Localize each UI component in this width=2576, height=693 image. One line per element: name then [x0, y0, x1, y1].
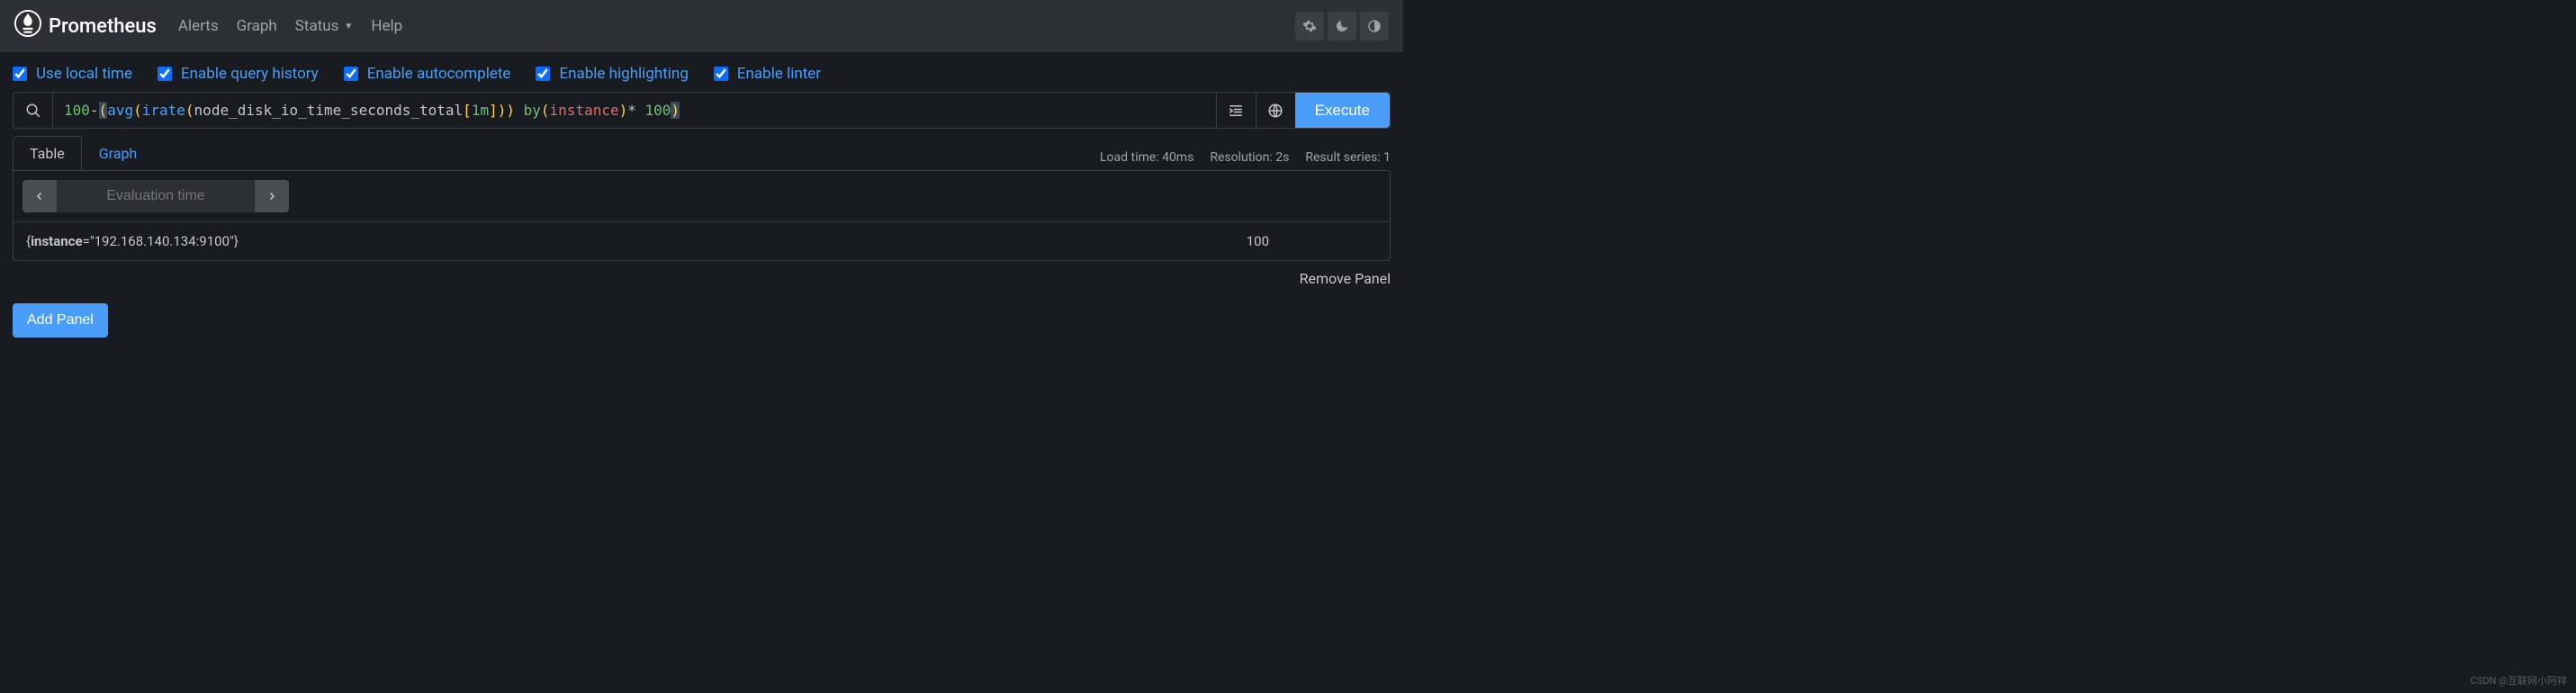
eval-time-next-button[interactable] — [255, 180, 289, 212]
theme-contrast-button[interactable] — [1360, 12, 1389, 40]
globe-icon — [1267, 103, 1283, 119]
label-enable-autocomplete: Enable autocomplete — [367, 65, 511, 83]
stat-load-time: Load time: 40ms — [1100, 150, 1193, 165]
view-tabs: Table Graph — [13, 136, 154, 170]
option-enable-autocomplete[interactable]: Enable autocomplete — [344, 65, 511, 83]
gear-icon — [1302, 19, 1317, 33]
brand-text: Prometheus — [49, 15, 157, 38]
evaluation-time-row — [14, 171, 1390, 222]
checkbox-use-local-time[interactable] — [13, 67, 27, 81]
format-query-button[interactable] — [1216, 93, 1256, 128]
theme-toggle-group — [1295, 12, 1389, 40]
stat-resolution: Resolution: 2s — [1210, 150, 1289, 165]
option-enable-query-history[interactable]: Enable query history — [158, 65, 319, 83]
theme-auto-button[interactable] — [1295, 12, 1324, 40]
theme-dark-button[interactable] — [1328, 12, 1356, 40]
watermark: CSDN @互联网小阿祥 — [2471, 673, 2567, 688]
remove-panel-link[interactable]: Remove Panel — [1300, 270, 1391, 287]
result-row: {instance="192.168.140.134:9100"} 100 — [14, 222, 1390, 260]
label-use-local-time: Use local time — [36, 65, 132, 83]
prometheus-logo-icon — [14, 10, 41, 42]
result-panel: {instance="192.168.140.134:9100"} 100 — [13, 170, 1391, 261]
label-enable-highlighting: Enable highlighting — [559, 65, 688, 83]
indent-icon — [1228, 103, 1244, 119]
tab-graph[interactable]: Graph — [82, 136, 155, 170]
eval-time-prev-button[interactable] — [23, 180, 57, 212]
option-enable-highlighting[interactable]: Enable highlighting — [536, 65, 688, 83]
checkbox-enable-linter[interactable] — [714, 67, 728, 81]
result-value: 100 — [1247, 233, 1269, 249]
evaluation-time-input[interactable] — [57, 180, 255, 212]
contrast-icon — [1367, 19, 1382, 33]
nav-alerts[interactable]: Alerts — [178, 17, 219, 35]
evaluation-time-group — [23, 180, 289, 212]
remove-panel-row: Remove Panel — [0, 261, 1403, 291]
add-panel-row: Add Panel — [0, 291, 1403, 350]
nav-links: Alerts Graph Status ▼ Help — [178, 17, 1295, 35]
query-bar: 100-(avg(irate(node_disk_io_time_seconds… — [13, 92, 1391, 129]
nav-help[interactable]: Help — [371, 17, 402, 35]
tabs-row: Table Graph Load time: 40ms Resolution: … — [0, 136, 1403, 170]
query-stats: Load time: 40ms Resolution: 2s Result se… — [1100, 150, 1391, 170]
execute-button[interactable]: Execute — [1295, 93, 1390, 128]
query-link-button[interactable] — [1256, 93, 1295, 128]
option-use-local-time[interactable]: Use local time — [13, 65, 132, 83]
nav-status-label: Status — [295, 17, 339, 35]
nav-status[interactable]: Status ▼ — [295, 17, 354, 35]
label-enable-query-history: Enable query history — [181, 65, 319, 83]
chevron-down-icon: ▼ — [344, 22, 353, 32]
query-input[interactable]: 100-(avg(irate(node_disk_io_time_seconds… — [53, 93, 1216, 128]
result-series-label: {instance="192.168.140.134:9100"} — [26, 233, 1247, 249]
checkbox-enable-highlighting[interactable] — [536, 67, 550, 81]
nav-graph[interactable]: Graph — [237, 17, 277, 35]
option-enable-linter[interactable]: Enable linter — [714, 65, 821, 83]
search-icon — [25, 103, 41, 119]
add-panel-button[interactable]: Add Panel — [13, 303, 108, 338]
navbar: Prometheus Alerts Graph Status ▼ Help — [0, 0, 1403, 52]
moon-icon — [1335, 19, 1349, 33]
chevron-left-icon — [34, 191, 45, 202]
stat-result-series: Result series: 1 — [1305, 150, 1391, 165]
checkbox-enable-autocomplete[interactable] — [344, 67, 358, 81]
brand[interactable]: Prometheus — [14, 10, 157, 42]
query-options: Use local time Enable query history Enab… — [0, 52, 1403, 92]
metrics-explorer-button[interactable] — [14, 93, 53, 128]
label-enable-linter: Enable linter — [737, 65, 821, 83]
tab-table[interactable]: Table — [13, 136, 82, 170]
checkbox-enable-query-history[interactable] — [158, 67, 172, 81]
chevron-right-icon — [266, 191, 277, 202]
